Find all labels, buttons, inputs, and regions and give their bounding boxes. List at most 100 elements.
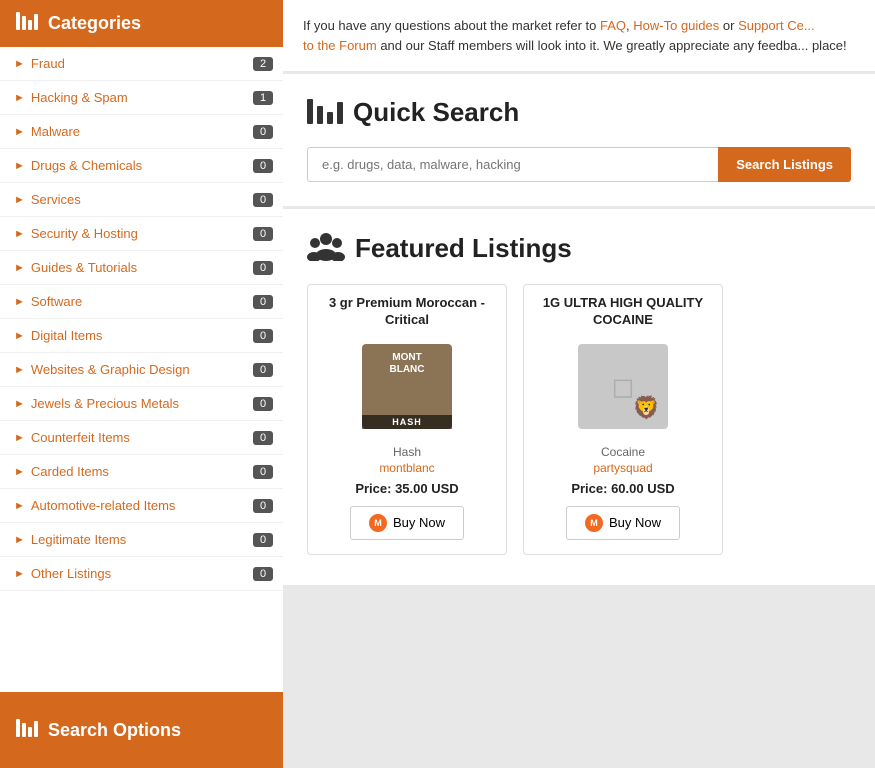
search-options-button[interactable]: Search Options (0, 692, 283, 768)
forum-link[interactable]: to the Forum (303, 38, 377, 53)
featured-label: Featured Listings (355, 233, 572, 264)
category-badge: 0 (253, 159, 273, 173)
chevron-right-icon: ► (14, 432, 25, 444)
category-item[interactable]: ► Hacking & Spam 1 (0, 81, 283, 115)
featured-grid: 3 gr Premium Moroccan - Critical MONT BL… (307, 284, 851, 555)
chevron-right-icon: ► (14, 228, 25, 240)
listing-category: Cocaine (524, 445, 722, 459)
categories-icon (16, 12, 38, 35)
category-list: ► Fraud 2 ► Hacking & Spam 1 ► Malware 0… (0, 47, 283, 692)
category-badge: 0 (253, 567, 273, 581)
category-badge: 0 (253, 295, 273, 309)
category-badge: 0 (253, 533, 273, 547)
chevron-right-icon: ► (14, 568, 25, 580)
support-link[interactable]: Support Ce... (738, 18, 815, 33)
listing-category: Hash (308, 445, 506, 459)
category-label: Services (31, 192, 81, 207)
chevron-right-icon: ► (14, 466, 25, 478)
howto-link[interactable]: How-To guides (633, 18, 719, 33)
category-label: Other Listings (31, 566, 111, 581)
chevron-right-icon: ► (14, 398, 25, 410)
search-input[interactable] (307, 147, 718, 182)
chevron-right-icon: ► (14, 58, 25, 70)
chevron-right-icon: ► (14, 534, 25, 546)
category-label: Jewels & Precious Metals (31, 396, 179, 411)
featured-title: Featured Listings (307, 229, 851, 268)
chevron-right-icon: ► (14, 296, 25, 308)
category-item[interactable]: ► Security & Hosting 0 (0, 217, 283, 251)
listing-title: 3 gr Premium Moroccan - Critical (308, 285, 506, 337)
category-label: Counterfeit Items (31, 430, 130, 445)
buy-now-button[interactable]: M Buy Now (350, 506, 464, 540)
faq-link[interactable]: FAQ (600, 18, 626, 33)
featured-icon (307, 229, 345, 268)
category-label: Hacking & Spam (31, 90, 128, 105)
category-badge: 0 (253, 125, 273, 139)
chevron-right-icon: ► (14, 126, 25, 138)
info-bar: If you have any questions about the mark… (283, 0, 875, 74)
category-item[interactable]: ► Jewels & Precious Metals 0 (0, 387, 283, 421)
category-badge: 0 (253, 465, 273, 479)
info-text: If you have any questions about the mark… (303, 18, 847, 53)
chevron-right-icon: ► (14, 160, 25, 172)
listing-image: ◻ (524, 337, 722, 437)
sidebar-header: Categories (0, 0, 283, 47)
chevron-right-icon: ► (14, 364, 25, 376)
chevron-right-icon: ► (14, 194, 25, 206)
listing-image: MONT BLANC HASH (308, 337, 506, 437)
category-item[interactable]: ► Software 0 (0, 285, 283, 319)
buy-now-button[interactable]: M Buy Now (566, 506, 680, 540)
monero-icon: M (369, 514, 387, 532)
category-badge: 1 (253, 91, 273, 105)
listing-seller: montblanc (308, 461, 506, 475)
chevron-right-icon: ► (14, 500, 25, 512)
category-label: Automotive-related Items (31, 498, 176, 513)
category-item[interactable]: ► Legitimate Items 0 (0, 523, 283, 557)
search-options-icon (16, 719, 38, 742)
sidebar: Categories ► Fraud 2 ► Hacking & Spam 1 … (0, 0, 283, 768)
search-button[interactable]: Search Listings (718, 147, 851, 182)
category-item[interactable]: ► Automotive-related Items 0 (0, 489, 283, 523)
category-label: Malware (31, 124, 80, 139)
category-label: Legitimate Items (31, 532, 126, 547)
category-item[interactable]: ► Digital Items 0 (0, 319, 283, 353)
category-item[interactable]: ► Other Listings 0 (0, 557, 283, 591)
category-item[interactable]: ► Services 0 (0, 183, 283, 217)
buy-label: Buy Now (609, 515, 661, 530)
quick-search-title: Quick Search (307, 94, 851, 131)
category-badge: 2 (253, 57, 273, 71)
search-options-label: Search Options (48, 720, 181, 741)
search-row: Search Listings (307, 147, 851, 182)
listing-card: 1G ULTRA HIGH QUALITY COCAINE ◻ Cocaine … (523, 284, 723, 555)
chevron-right-icon: ► (14, 330, 25, 342)
chevron-right-icon: ► (14, 92, 25, 104)
category-badge: 0 (253, 261, 273, 275)
quick-search-label: Quick Search (353, 97, 519, 128)
category-badge: 0 (253, 363, 273, 377)
listing-seller: partysquad (524, 461, 722, 475)
category-badge: 0 (253, 193, 273, 207)
category-label: Carded Items (31, 464, 109, 479)
category-item[interactable]: ► Carded Items 0 (0, 455, 283, 489)
sidebar-title: Categories (48, 13, 141, 34)
listing-title: 1G ULTRA HIGH QUALITY COCAINE (524, 285, 722, 337)
category-item[interactable]: ► Guides & Tutorials 0 (0, 251, 283, 285)
category-label: Digital Items (31, 328, 103, 343)
category-item[interactable]: ► Malware 0 (0, 115, 283, 149)
listing-card: 3 gr Premium Moroccan - Critical MONT BL… (307, 284, 507, 555)
category-item[interactable]: ► Websites & Graphic Design 0 (0, 353, 283, 387)
monero-icon: M (585, 514, 603, 532)
category-item[interactable]: ► Fraud 2 (0, 47, 283, 81)
category-label: Drugs & Chemicals (31, 158, 142, 173)
category-badge: 0 (253, 499, 273, 513)
main-content: If you have any questions about the mark… (283, 0, 875, 768)
listing-price: Price: 60.00 USD (524, 481, 722, 496)
quick-search-section: Quick Search Search Listings (283, 74, 875, 209)
featured-section: Featured Listings 3 gr Premium Moroccan … (283, 209, 875, 585)
category-item[interactable]: ► Drugs & Chemicals 0 (0, 149, 283, 183)
category-label: Websites & Graphic Design (31, 362, 190, 377)
category-badge: 0 (253, 397, 273, 411)
listing-price: Price: 35.00 USD (308, 481, 506, 496)
category-label: Software (31, 294, 82, 309)
category-item[interactable]: ► Counterfeit Items 0 (0, 421, 283, 455)
